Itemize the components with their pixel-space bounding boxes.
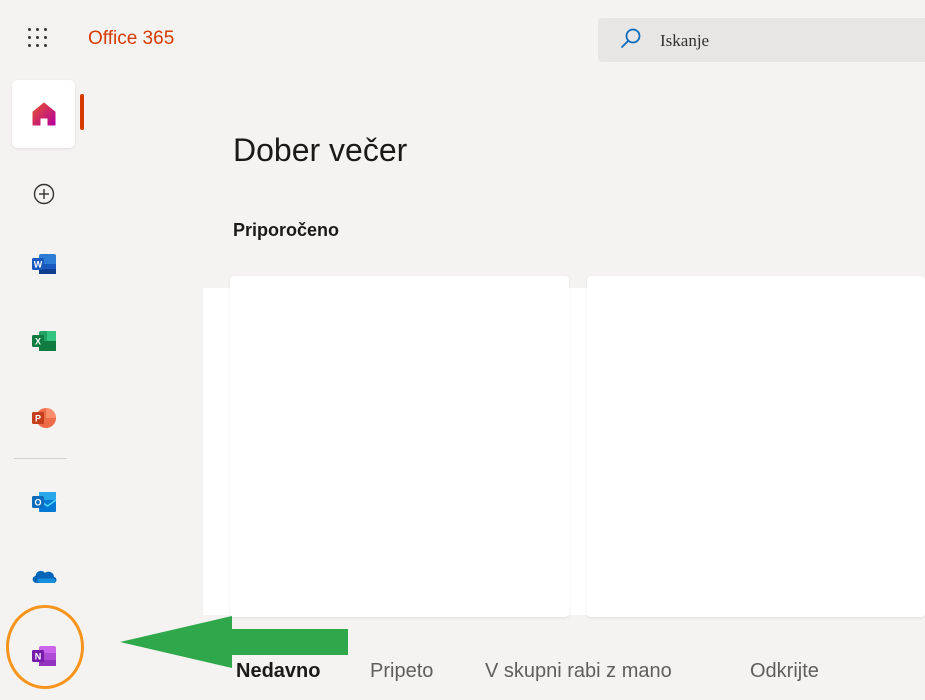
tab-shared-with-me[interactable]: V skupni rabi z mano	[485, 660, 672, 683]
pointer-arrow-icon	[120, 616, 348, 668]
powerpoint-icon: P	[32, 408, 56, 428]
excel-icon: X	[32, 331, 56, 351]
top-bar: Office 365	[0, 0, 925, 80]
rail-item-outlook[interactable]: O	[14, 472, 74, 532]
rail-divider	[14, 458, 67, 459]
rail-item-word[interactable]: W	[14, 234, 74, 294]
home-icon	[32, 102, 55, 126]
svg-text:P: P	[35, 414, 41, 424]
main-content: Dober večer Priporočeno Nedavno Pripeto …	[203, 80, 925, 700]
word-icon: W	[32, 254, 56, 274]
search-input[interactable]	[658, 30, 902, 52]
recommended-card[interactable]	[587, 276, 925, 617]
onenote-icon: N	[32, 646, 56, 666]
rail-item-create[interactable]	[14, 164, 74, 224]
onedrive-icon	[32, 570, 57, 583]
tab-discover[interactable]: Odkrijte	[750, 660, 819, 683]
outlook-icon: O	[32, 492, 57, 512]
search-box[interactable]	[598, 18, 925, 62]
active-indicator	[80, 94, 84, 130]
section-title-recommended: Priporočeno	[233, 220, 340, 240]
tab-pinned[interactable]: Pripeto	[370, 660, 433, 683]
app-launcher-icon[interactable]	[28, 28, 48, 48]
rail-item-onenote[interactable]: N	[14, 626, 74, 686]
search-icon	[621, 28, 641, 48]
page-title: Dober večer	[233, 132, 408, 168]
rail-item-excel[interactable]: X	[14, 311, 74, 371]
rail-item-home[interactable]	[12, 80, 75, 148]
svg-text:W: W	[34, 260, 43, 270]
brand-title[interactable]: Office 365	[88, 28, 174, 50]
plus-circle-icon	[33, 183, 55, 205]
recommended-card[interactable]	[230, 276, 569, 617]
rail-item-powerpoint[interactable]: P	[14, 388, 74, 448]
app-rail: W X P O N	[0, 80, 84, 700]
svg-text:O: O	[34, 498, 41, 508]
svg-text:X: X	[35, 337, 41, 347]
rail-item-onedrive[interactable]	[14, 546, 74, 606]
svg-text:N: N	[35, 652, 42, 662]
